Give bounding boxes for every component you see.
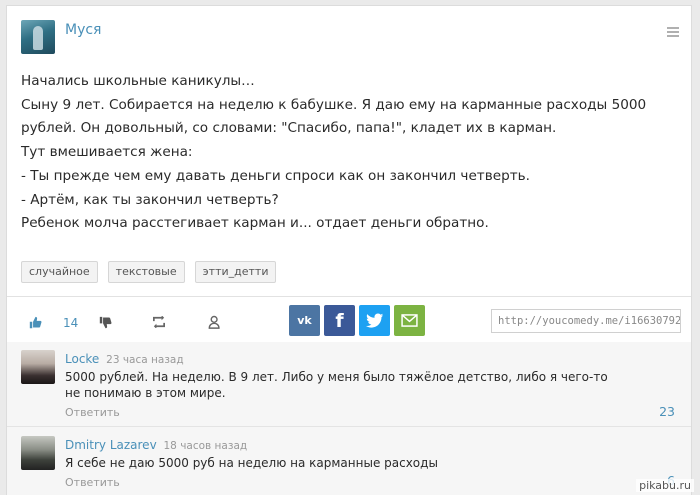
comments-section: Locke 23 часа назад 5000 рублей. На неде… — [7, 342, 691, 495]
thumbs-down-icon — [99, 316, 111, 328]
user-save-icon — [208, 315, 220, 329]
tag[interactable]: случайное — [21, 261, 98, 283]
share-twitter-button[interactable] — [359, 305, 390, 336]
post-line: Тут вмешивается жена: — [21, 144, 193, 161]
post-actions: 14 vk f http://youcomedy.me/i16630792 — [7, 297, 691, 347]
post-body: Начались школьные каникулы… Сыну 9 лет. … — [21, 70, 681, 236]
post-url-field[interactable]: http://youcomedy.me/i1663079235944 — [491, 309, 681, 333]
vk-icon: vk — [297, 314, 312, 327]
save-button[interactable] — [203, 297, 227, 347]
comment-text: Я себе не даю 5000 руб на неделю на карм… — [65, 456, 438, 470]
post-line: Ребенок молча расстегивает карман и... о… — [21, 215, 489, 232]
comment-score: 23 — [659, 404, 675, 419]
facebook-icon: f — [335, 309, 344, 332]
repost-button[interactable] — [147, 297, 171, 347]
tag[interactable]: текстовые — [107, 261, 185, 283]
reply-button[interactable]: Ответить — [65, 406, 120, 419]
commenter-avatar[interactable] — [21, 436, 55, 470]
share-facebook-button[interactable]: f — [324, 305, 355, 336]
email-icon — [401, 314, 418, 327]
post-line: - Ты прежде чем ему давать деньги спроси… — [21, 167, 530, 184]
divider — [7, 426, 691, 427]
post-card: Муся Начались школьные каникулы… Сыну 9 … — [6, 5, 692, 495]
comment-text: 5000 рублей. На неделю. В 9 лет. Либо у … — [65, 370, 608, 400]
tag[interactable]: этти_детти — [194, 261, 277, 283]
comment-header: Locke 23 часа назад — [65, 352, 184, 366]
tag-list: случайное текстовые этти_детти — [21, 261, 277, 283]
rating-count: 14 — [63, 316, 79, 330]
thumbs-up-icon — [29, 316, 41, 328]
downvote-button[interactable] — [93, 297, 117, 347]
author-avatar[interactable] — [21, 20, 55, 54]
post-line: рублей. Он довольный, со словами: "Спаси… — [21, 120, 557, 137]
share-vk-button[interactable]: vk — [289, 305, 320, 336]
commenter-avatar[interactable] — [21, 350, 55, 384]
post-line: - Артём, как ты закончил четверть? — [21, 191, 279, 208]
post-line: Начались школьные каникулы… — [21, 73, 255, 89]
comment-time: 23 часа назад — [106, 354, 184, 366]
post-line: Сыну 9 лет. Собирается на неделю к бабуш… — [21, 96, 647, 113]
author-name[interactable]: Муся — [65, 22, 101, 38]
commenter-name[interactable]: Locke — [65, 352, 99, 366]
upvote-button[interactable] — [23, 297, 47, 347]
menu-icon[interactable] — [667, 27, 679, 37]
repost-icon — [153, 316, 165, 328]
reply-button[interactable]: Ответить — [65, 476, 120, 489]
twitter-icon — [365, 313, 383, 328]
comment-time: 18 часов назад — [163, 440, 248, 452]
comment-header: Dmitry Lazarev 18 часов назад — [65, 438, 247, 452]
share-email-button[interactable] — [394, 305, 425, 336]
commenter-name[interactable]: Dmitry Lazarev — [65, 438, 157, 452]
watermark: pikabu.ru — [636, 479, 694, 492]
